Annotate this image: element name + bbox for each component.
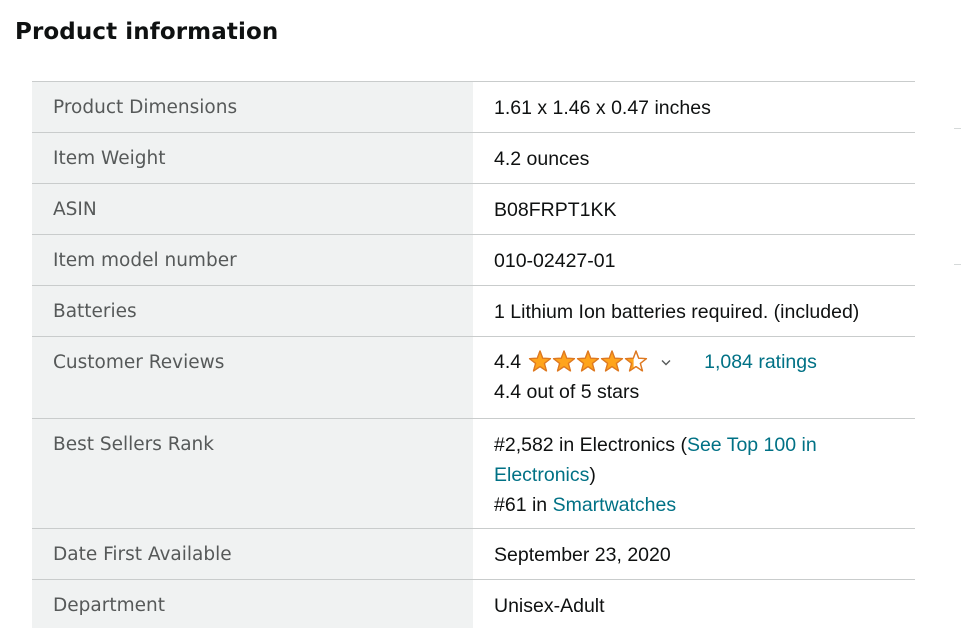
row-value: 4.2 ounces [494, 148, 590, 170]
page-title: Product information [15, 19, 279, 45]
row-value: 1 Lithium Ion batteries required. (inclu… [494, 301, 860, 323]
row-label: Date First Available [32, 528, 473, 580]
row-label: Customer Reviews [32, 336, 473, 419]
row-value: 1.61 x 1.46 x 0.47 inches [494, 97, 711, 119]
table-row: Department Unisex-Adult [32, 579, 915, 628]
row-label: Item model number [32, 234, 473, 286]
row-value: 4.4 1,084 ratings 4.4 out of 5 stars [473, 337, 915, 419]
table-row-customer-reviews: Customer Reviews 4.4 1,084 ratings 4.4 o… [32, 336, 915, 419]
row-label: Item Weight [32, 132, 473, 184]
divider [954, 264, 961, 265]
rank-text: #2,582 in Electronics ( [494, 434, 687, 456]
rank-text: #61 in [494, 494, 553, 516]
rank-line-electronics: #2,582 in Electronics (See Top 100 in El… [494, 430, 915, 490]
table-row: Date First Available September 23, 2020 [32, 528, 915, 580]
row-label: Product Dimensions [32, 81, 473, 133]
product-information-table: Product Dimensions 1.61 x 1.46 x 0.47 in… [32, 81, 915, 628]
rating-value: 4.4 [494, 351, 522, 373]
row-value: #2,582 in Electronics (See Top 100 in El… [473, 419, 915, 529]
table-row: Item model number 010-02427-01 [32, 234, 915, 286]
stars-text: 4.4 out of 5 stars [494, 381, 640, 403]
row-label: Department [32, 579, 473, 628]
row-value: B08FRPT1KK [494, 199, 617, 221]
table-row: Item Weight 4.2 ounces [32, 132, 915, 184]
rank-text: ) [589, 464, 596, 486]
table-row: Batteries 1 Lithium Ion batteries requir… [32, 285, 915, 337]
star-rating-icon[interactable] [528, 350, 648, 374]
table-row: ASIN B08FRPT1KK [32, 183, 915, 235]
row-label: Best Sellers Rank [32, 418, 473, 529]
ratings-link[interactable]: 1,084 ratings [704, 347, 817, 377]
row-value: 010-02427-01 [494, 250, 616, 272]
row-label: Batteries [32, 285, 473, 337]
table-row: Product Dimensions 1.61 x 1.46 x 0.47 in… [32, 81, 915, 133]
rank-line-smartwatches: #61 in Smartwatches [494, 490, 915, 520]
chevron-down-icon[interactable] [660, 359, 672, 367]
smartwatches-link[interactable]: Smartwatches [553, 494, 677, 516]
table-row-best-sellers-rank: Best Sellers Rank #2,582 in Electronics … [32, 418, 915, 529]
row-label: ASIN [32, 183, 473, 235]
divider [954, 128, 961, 129]
row-value: September 23, 2020 [494, 544, 671, 566]
row-value: Unisex-Adult [494, 595, 605, 617]
rating-line: 4.4 1,084 ratings [494, 347, 915, 377]
